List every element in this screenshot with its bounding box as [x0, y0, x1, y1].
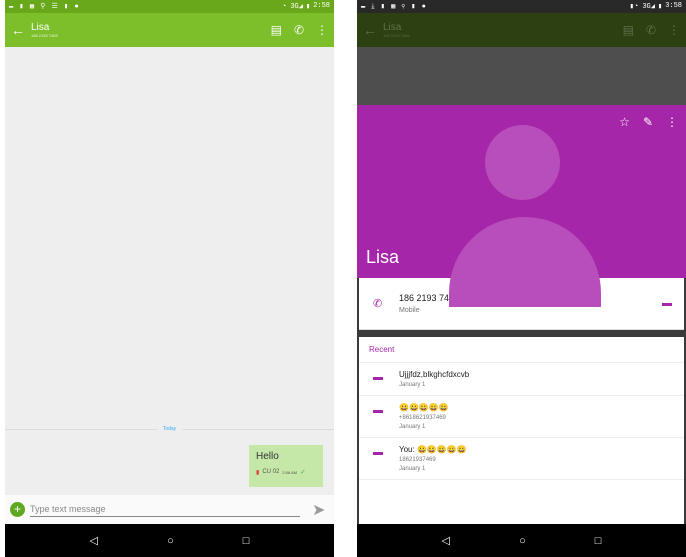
edit-icon[interactable]: ✎ [643, 115, 653, 129]
contact-name: Lisa [31, 22, 50, 33]
recent-title: You: 😀😀😀😀😀 [399, 445, 467, 454]
nav-recent-apps-icon[interactable]: □ [595, 535, 602, 547]
nav-home-icon[interactable]: ○ [519, 535, 526, 547]
battery-icon: ▮ [657, 3, 663, 11]
recent-item[interactable]: ▬ You: 😀😀😀😀😀 18621937469 January 1 [359, 438, 684, 480]
message-list[interactable]: Today Hello ▮ CU 02 2:58 AM ✓ [5, 47, 334, 495]
nav-home-icon[interactable]: ○ [167, 535, 174, 547]
delivered-check-icon: ✓ [300, 469, 306, 476]
contact-number: 186 2193 7469 [31, 33, 58, 38]
contact-name: Lisa [383, 22, 402, 33]
dimmed-appbar: ← Lisa 186 2193 7469 ▤ ✆ ⋮ [357, 13, 686, 47]
recent-item[interactable]: ▬ 😀😀😀😀😀 +8618621937469 January 1 [359, 396, 684, 438]
send-icon[interactable]: ➤ [312, 500, 325, 520]
more-options-icon[interactable]: ⋮ [666, 115, 678, 129]
nav-back-icon[interactable]: ◁ [442, 534, 450, 547]
avatar-body [449, 217, 601, 307]
recent-number: +8618621937469 [399, 415, 446, 421]
add-attachment-icon[interactable]: + [10, 502, 25, 517]
contact-header: ☆ ✎ ⋮ Lisa [357, 105, 686, 307]
status-bar: ▬ ⤓ ▮ ▦ ⚲ ▮ ● ▮◔ 3G◢ ▮ 3:58 [357, 0, 686, 13]
message-icon[interactable]: ▬ [662, 298, 672, 309]
recent-title: 😀😀😀😀😀 [399, 403, 449, 412]
nav-back-icon[interactable]: ◁ [90, 534, 98, 547]
recent-date: January 1 [399, 382, 426, 388]
message-icon: ▬ [373, 447, 383, 458]
network-icon: ◔ 3G◢ [281, 3, 303, 11]
contact-card-icon: ▤ [622, 23, 634, 37]
recent-item[interactable]: ▬ Ujjjfdz,blkghcfdxcvb January 1 [359, 363, 684, 396]
contact-title[interactable]: Lisa 186 2193 7469 [31, 22, 271, 38]
notification-icons: ▬ ▮ ▦ ⚲ ☰ ▮ ● [9, 3, 80, 11]
contact-number: 186 2193 7469 [383, 33, 410, 38]
contact-header-name: Lisa [366, 247, 400, 267]
message-input[interactable] [30, 502, 300, 517]
conversation-appbar: ← Lisa 186 2193 7469 ▤ ✆ ⋮ [5, 13, 334, 47]
status-time: 3:58 [665, 2, 682, 10]
recent-title: Ujjjfdz,blkghcfdxcvb [399, 370, 470, 379]
call-icon[interactable]: ✆ [294, 23, 304, 37]
call-icon: ✆ [645, 23, 656, 37]
avatar-head [485, 125, 560, 200]
message-composer: + ➤ [5, 495, 334, 524]
date-label: Today [156, 426, 183, 432]
nav-recent-apps-icon[interactable]: □ [243, 535, 250, 547]
contact-screen: ▬ ⤓ ▮ ▦ ⚲ ▮ ● ▮◔ 3G◢ ▮ 3:58 ← Lisa 186 2… [357, 0, 686, 557]
more-options-icon[interactable]: ⋮ [316, 23, 328, 37]
message-meta: ▮ CU 02 2:58 AM ✓ [256, 468, 317, 476]
recent-list: Recent ▬ Ujjjfdz,blkghcfdxcvb January 1 … [359, 337, 684, 547]
sent-message-bubble[interactable]: Hello ▮ CU 02 2:58 AM ✓ [249, 445, 323, 487]
recent-number: 18621937469 [399, 457, 436, 463]
notification-icons: ▬ ⤓ ▮ ▦ ⚲ ▮ ● [361, 3, 427, 11]
navigation-bar: ◁ ○ □ [357, 524, 686, 557]
navigation-bar: ◁ ○ □ [5, 524, 334, 557]
back-arrow-icon: ← [363, 22, 377, 38]
recent-date: January 1 [399, 424, 426, 430]
network-icon: ▮◔ 3G◢ [629, 3, 655, 11]
recent-date: January 1 [399, 466, 426, 472]
phone-type: Mobile [399, 307, 420, 314]
more-options-icon: ⋮ [668, 23, 680, 37]
sim-icon: ▮ [256, 469, 260, 476]
message-icon: ▬ [373, 405, 383, 416]
phone-icon[interactable]: ✆ [373, 297, 399, 310]
status-bar: ▬ ▮ ▦ ⚲ ☰ ▮ ● ◔ 3G◢ ▮ 2:58 [5, 0, 334, 13]
message-icon: ▬ [373, 372, 383, 383]
scrim[interactable] [357, 47, 686, 105]
recent-heading: Recent [359, 337, 684, 363]
message-time: 2:58 AM [282, 469, 298, 475]
messaging-screen: ▬ ▮ ▦ ⚲ ☰ ▮ ● ◔ 3G◢ ▮ 2:58 ← Lisa 186 21… [5, 0, 334, 557]
battery-icon: ▮ [305, 3, 311, 11]
message-text: Hello [256, 451, 279, 462]
back-arrow-icon[interactable]: ← [11, 22, 31, 38]
sim-label: CU 02 [262, 469, 280, 475]
contact-card-icon[interactable]: ▤ [271, 23, 282, 37]
status-time: 2:58 [313, 2, 330, 10]
star-icon[interactable]: ☆ [619, 115, 630, 129]
